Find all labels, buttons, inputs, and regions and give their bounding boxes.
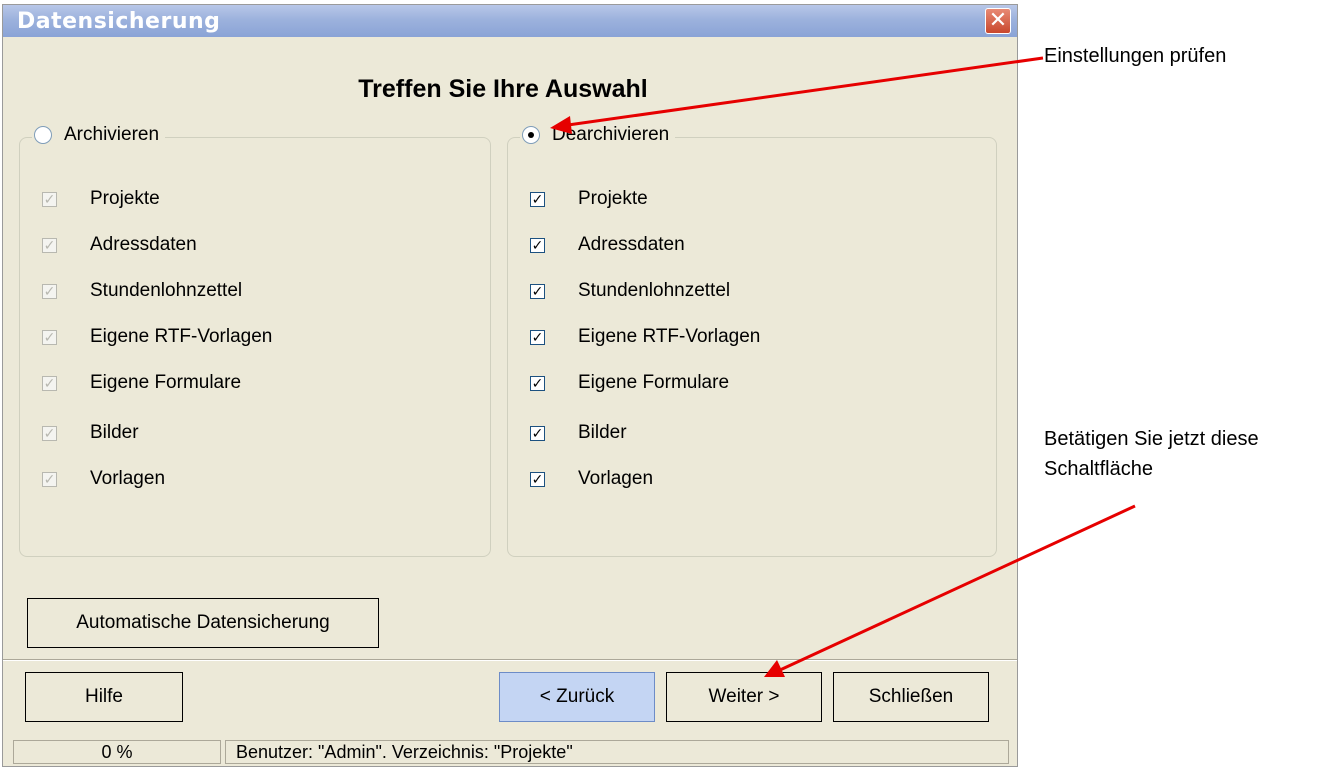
checkbox-label: Eigene RTF-Vorlagen — [578, 326, 761, 347]
next-button[interactable]: Weiter > — [666, 672, 822, 722]
back-button[interactable]: < Zurück — [499, 672, 655, 722]
restore-group: Dearchivieren ✓ Projekte ✓ Adressdaten ✓… — [507, 124, 997, 557]
checkbox-label: Eigene Formulare — [90, 372, 242, 393]
restore-radio-label: Dearchivieren — [552, 124, 670, 145]
checkbox: ✓ — [42, 236, 57, 253]
radio-button[interactable] — [34, 126, 52, 144]
annotation-press-button-line2: Schaltfläche — [1044, 458, 1153, 480]
restore-item-stundenlohnzettel[interactable]: ✓ Stundenlohnzettel — [530, 280, 730, 302]
checkbox-label: Eigene RTF-Vorlagen — [90, 326, 273, 347]
archive-item-rtf-vorlagen: ✓ Eigene RTF-Vorlagen — [42, 326, 272, 348]
restore-item-adressdaten[interactable]: ✓ Adressdaten — [530, 234, 685, 256]
help-button[interactable]: Hilfe — [25, 672, 183, 722]
checkbox-label: Adressdaten — [90, 234, 197, 255]
archive-item-projekte: ✓ Projekte — [42, 188, 160, 210]
dialog-window: Datensicherung ✕ Treffen Sie Ihre Auswah… — [2, 4, 1018, 767]
archive-item-formulare: ✓ Eigene Formulare — [42, 372, 241, 394]
close-button[interactable]: Schließen — [833, 672, 989, 722]
checkbox-label: Bilder — [578, 422, 627, 443]
checkbox-label: Stundenlohnzettel — [90, 280, 243, 301]
annotation-check-settings: Einstellungen prüfen — [1044, 45, 1227, 67]
checkbox[interactable]: ✓ — [530, 425, 545, 441]
progress-status: 0 % — [13, 740, 221, 764]
archive-radio[interactable]: Archivieren — [32, 124, 166, 146]
restore-item-vorlagen[interactable]: ✓ Vorlagen — [530, 468, 653, 490]
checkbox-label: Projekte — [578, 188, 648, 209]
checkbox-label: Adressdaten — [578, 234, 685, 255]
title-bar[interactable]: Datensicherung ✕ — [3, 5, 1017, 37]
annotation-press-button-line1: Betätigen Sie jetzt diese — [1044, 428, 1259, 450]
checkbox[interactable]: ✓ — [530, 283, 545, 299]
window-title: Datensicherung — [17, 9, 221, 34]
page-title: Treffen Sie Ihre Auswahl — [358, 75, 648, 103]
restore-item-bilder[interactable]: ✓ Bilder — [530, 422, 627, 444]
archive-item-bilder: ✓ Bilder — [42, 422, 139, 444]
checkbox: ✓ — [42, 424, 57, 441]
auto-backup-button[interactable]: Automatische Datensicherung — [27, 598, 379, 648]
status-bar: 0 % Benutzer: "Admin". Verzeichnis: "Pro… — [3, 738, 1017, 766]
checkbox: ✓ — [42, 374, 57, 391]
close-icon[interactable]: ✕ — [985, 8, 1011, 34]
divider — [3, 659, 1017, 661]
restore-radio[interactable]: Dearchivieren — [520, 124, 676, 146]
archive-group: Archivieren ✓ Projekte ✓ Adressdaten ✓ S… — [19, 124, 491, 557]
restore-item-rtf-vorlagen[interactable]: ✓ Eigene RTF-Vorlagen — [530, 326, 760, 348]
checkbox: ✓ — [42, 282, 57, 299]
checkbox-label: Eigene Formulare — [578, 372, 730, 393]
checkbox-label: Vorlagen — [578, 468, 654, 489]
user-info-status: Benutzer: "Admin". Verzeichnis: "Projekt… — [225, 740, 1009, 764]
checkbox[interactable]: ✓ — [530, 329, 545, 345]
checkbox: ✓ — [42, 190, 57, 207]
checkbox[interactable]: ✓ — [530, 191, 545, 207]
archive-item-stundenlohnzettel: ✓ Stundenlohnzettel — [42, 280, 242, 302]
checkbox[interactable]: ✓ — [530, 237, 545, 253]
restore-item-formulare[interactable]: ✓ Eigene Formulare — [530, 372, 729, 394]
checkbox: ✓ — [42, 328, 57, 345]
checkbox-label: Vorlagen — [90, 468, 166, 489]
checkbox[interactable]: ✓ — [530, 471, 545, 487]
checkbox: ✓ — [42, 470, 57, 487]
radio-button[interactable] — [522, 126, 540, 144]
archive-item-vorlagen: ✓ Vorlagen — [42, 468, 165, 490]
checkbox-label: Bilder — [90, 422, 139, 443]
checkbox[interactable]: ✓ — [530, 375, 545, 391]
checkbox-label: Projekte — [90, 188, 160, 209]
restore-item-projekte[interactable]: ✓ Projekte — [530, 188, 648, 210]
archive-item-adressdaten: ✓ Adressdaten — [42, 234, 197, 256]
archive-radio-label: Archivieren — [64, 124, 160, 145]
checkbox-label: Stundenlohnzettel — [578, 280, 731, 301]
